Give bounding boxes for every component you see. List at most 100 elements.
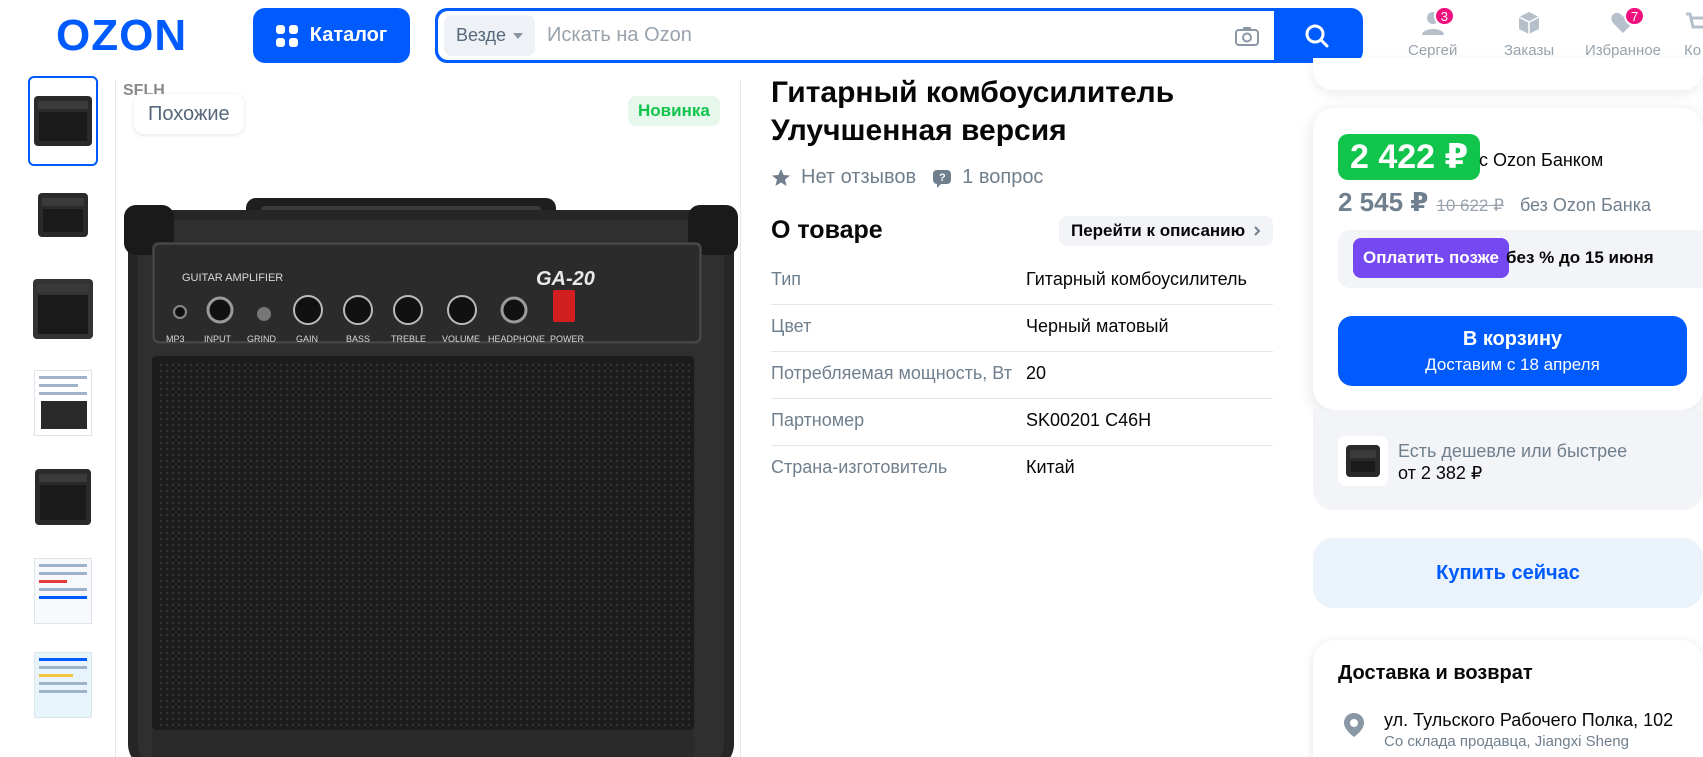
chevron-down-icon — [513, 32, 523, 39]
pay-later-box: Оплатить позже без % до 15 июня — [1338, 230, 1703, 288]
amp-brand-label: GUITAR AMPLIFIER — [182, 272, 283, 284]
nav-favorites[interactable]: 7 Избранное — [1585, 6, 1662, 59]
control-label: VOLUME — [442, 334, 480, 344]
add-to-cart-button[interactable]: В корзину Доставим с 18 апреля — [1338, 316, 1687, 386]
delivery-date-label: Доставим с 18 апреля — [1425, 354, 1600, 374]
add-to-cart-label: В корзину — [1462, 327, 1563, 350]
control-label: BASS — [346, 334, 370, 344]
thumbnail-7[interactable] — [28, 640, 98, 730]
product-main-image[interactable]: GUITAR AMPLIFIER GA-20 MP3 INPUT GRIND G… — [115, 80, 741, 757]
price-with-bank-label: с Ozon Банком — [1479, 150, 1604, 170]
nav-cart-label: Ко — [1684, 42, 1702, 59]
to-description-link[interactable]: Перейти к описанию — [1059, 216, 1274, 246]
catalog-label: Каталог — [309, 24, 388, 46]
new-badge: Новинка — [628, 96, 720, 126]
thumbnail-4[interactable] — [28, 358, 98, 448]
catalog-button[interactable]: Каталог — [253, 8, 410, 63]
box-icon — [1518, 12, 1540, 34]
star-icon — [772, 168, 790, 186]
svg-text:?: ? — [939, 172, 946, 184]
price-card: 2 422 ₽ с Ozon Банком 2 545 ₽ 10 622 ₽ б… — [1313, 108, 1703, 410]
spec-value: 20 — [1026, 363, 1047, 383]
delivery-address[interactable]: ул. Тульского Рабочего Полка, 102 — [1384, 710, 1673, 731]
search-scope-label: Везде — [456, 25, 506, 45]
nav-profile-label: Сергей — [1408, 42, 1458, 59]
delivery-seller: Со склада продавца, Jiangxi Sheng — [1384, 733, 1629, 750]
control-label: POWER — [550, 334, 585, 344]
nav-profile[interactable]: 3 Сергей — [1408, 6, 1458, 59]
to-description-label: Перейти к описанию — [1071, 221, 1246, 240]
cheaper-offer-thumbnail — [1338, 436, 1388, 486]
cheaper-offer[interactable]: Есть дешевле или быстрее от 2 382 ₽ — [1313, 410, 1703, 510]
spec-row: Потребляемая мощность, Вт 20 — [771, 352, 1273, 399]
ozon-logo[interactable]: OZON — [56, 14, 222, 56]
spec-key: Партномер — [771, 410, 865, 430]
product-meta: Нет отзывов ? 1 вопрос — [771, 166, 1043, 189]
delivery-title: Доставка и возврат — [1338, 662, 1533, 684]
spec-key: Потребляемая мощность, Вт — [771, 363, 1012, 383]
svg-text:OZON: OZON — [56, 14, 187, 56]
delivery-card: Доставка и возврат ул. Тульского Рабочег… — [1313, 640, 1703, 757]
questions-label: 1 вопрос — [962, 166, 1044, 188]
control-label: GAIN — [296, 334, 318, 344]
pay-later-button[interactable]: Оплатить позже — [1353, 238, 1509, 278]
favorites-badge: 7 — [1624, 6, 1646, 26]
search-input[interactable] — [535, 11, 1234, 60]
control-label: HEADPHONE — [488, 334, 545, 344]
spec-key: Страна-изготовитель — [771, 457, 948, 477]
specs-table: Тип Гитарный комбоусилитель Цвет Черный … — [771, 258, 1273, 492]
catalog-grid-icon — [275, 24, 298, 47]
similar-button[interactable]: Похожие — [134, 94, 244, 134]
thumbnail-3[interactable] — [28, 264, 98, 354]
nav-orders[interactable]: Заказы — [1504, 10, 1554, 59]
nav-favorites-label: Избранное — [1585, 42, 1662, 59]
spec-row: Страна-изготовитель Китай — [771, 446, 1273, 492]
reviews-label: Нет отзывов — [801, 166, 917, 188]
guitar-amplifier-image: GUITAR AMPLIFIER GA-20 MP3 INPUT GRIND G… — [124, 198, 738, 757]
location-pin-icon — [1344, 713, 1364, 737]
nav-cart[interactable]: Ко — [1684, 10, 1703, 59]
thumbnail-1[interactable] — [28, 76, 98, 166]
spec-key: Тип — [771, 269, 802, 289]
spec-row: Партномер SK00201 C46H — [771, 399, 1273, 446]
reviews-link[interactable]: Нет отзывов — [771, 166, 916, 189]
price-old: 10 622 ₽ — [1436, 196, 1504, 215]
control-label: GRIND — [247, 334, 277, 344]
thumbnail-2[interactable] — [28, 170, 98, 260]
spec-value: SK00201 C46H — [1026, 410, 1152, 430]
price-regular: 2 545 ₽ — [1338, 187, 1429, 217]
spec-key: Цвет — [771, 316, 812, 336]
spec-row: Цвет Черный матовый — [771, 305, 1273, 352]
spec-value: Черный матовый — [1026, 316, 1169, 336]
profile-badge: 3 — [1433, 6, 1455, 26]
product-title: Гитарный комбоусилитель Улучшенная верси… — [771, 76, 1175, 147]
spec-row: Тип Гитарный комбоусилитель — [771, 258, 1273, 305]
control-label: TREBLE — [391, 334, 426, 344]
search-icon — [1305, 24, 1329, 47]
control-label: MP3 — [166, 334, 185, 344]
about-title: О товаре — [771, 216, 883, 244]
nav-orders-label: Заказы — [1504, 42, 1555, 59]
search-button[interactable] — [1274, 11, 1360, 60]
chevron-right-icon — [1254, 226, 1261, 236]
thumbnail-5[interactable] — [28, 452, 98, 542]
search-bar: Везде — [435, 8, 1363, 63]
cart-icon — [1686, 12, 1703, 29]
search-scope-dropdown[interactable]: Везде — [444, 15, 535, 56]
control-label: INPUT — [204, 334, 232, 344]
camera-icon[interactable] — [1234, 25, 1260, 47]
thumbnail-6[interactable] — [28, 546, 98, 636]
buy-now-button[interactable]: Купить сейчас — [1313, 538, 1703, 608]
cheaper-offer-price: от 2 382 ₽ — [1398, 463, 1483, 483]
cheaper-offer-text: Есть дешевле или быстрее — [1398, 441, 1628, 461]
thumbnail-strip — [28, 76, 98, 734]
price-with-bank: 2 422 ₽ — [1338, 134, 1481, 180]
questions-link[interactable]: ? 1 вопрос — [932, 166, 1043, 189]
pay-later-text: без % до 15 июня — [1506, 248, 1654, 267]
previous-card-edge — [1313, 58, 1703, 90]
price-regular-label: без Ozon Банка — [1519, 195, 1651, 215]
question-bubble-icon: ? — [933, 169, 952, 188]
spec-value: Гитарный комбоусилитель — [1026, 269, 1247, 289]
amp-model-label: GA-20 — [536, 268, 595, 290]
spec-value: Китай — [1026, 457, 1075, 477]
